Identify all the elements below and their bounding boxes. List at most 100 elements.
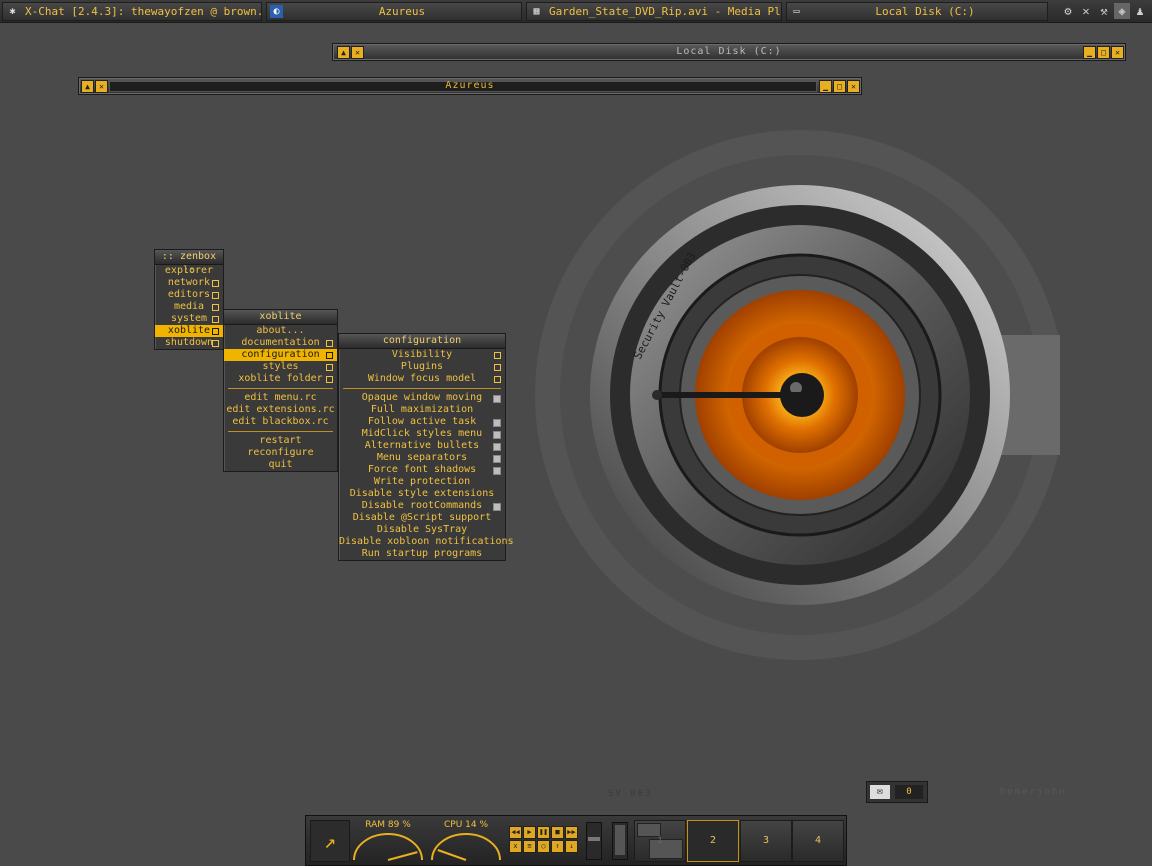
cpu-needle: [437, 849, 467, 861]
option-write-protection[interactable]: Write protection: [339, 476, 505, 488]
window-title: Azureus: [445, 80, 495, 91]
menu-item-visibility[interactable]: Visibility: [339, 349, 505, 361]
option-menu-separators[interactable]: Menu separators: [339, 452, 505, 464]
menu-item-network[interactable]: network: [155, 277, 223, 289]
tray-settings-icon[interactable]: ⚒: [1096, 3, 1112, 19]
menu-item-explorer[interactable]: explorer: [155, 265, 223, 277]
option-disable-rootcommands[interactable]: Disable rootCommands: [339, 500, 505, 512]
workspace-2[interactable]: 2: [687, 820, 739, 862]
close-button[interactable]: ✕: [1111, 46, 1124, 59]
tray-tool-icon[interactable]: ⚙: [1060, 3, 1076, 19]
checked-icon: [493, 431, 501, 439]
close-button[interactable]: ✕: [847, 80, 860, 93]
minimize-button[interactable]: ▁: [1083, 46, 1096, 59]
option-full-maximization[interactable]: Full maximization: [339, 404, 505, 416]
option-run-startup-programs[interactable]: Run startup programs: [339, 548, 505, 560]
pause-icon[interactable]: ❚❚: [537, 826, 550, 839]
option-midclick-styles-menu[interactable]: MidClick styles menu: [339, 428, 505, 440]
option-disable-style-extensions[interactable]: Disable style extensions: [339, 488, 505, 500]
volume-down-icon[interactable]: ↓: [565, 840, 578, 853]
checked-icon: [493, 443, 501, 451]
username-label: homerjohn: [1000, 787, 1067, 797]
workspace-label: 4: [814, 835, 822, 846]
tray-network-icon[interactable]: ◈: [1114, 3, 1130, 19]
stop-icon[interactable]: ■: [551, 826, 564, 839]
menu-item-plugins[interactable]: Plugins: [339, 361, 505, 373]
maximize-button[interactable]: □: [1097, 46, 1110, 59]
workspace-1[interactable]: 1: [634, 820, 686, 862]
media-player-icon: ▦: [533, 6, 540, 17]
menu-item-styles[interactable]: styles: [224, 361, 337, 373]
local-disk-titlebar[interactable]: ▲ ✕ Local Disk (C:) ▁ □ ✕: [332, 43, 1126, 61]
security-vault-dial: Security Vault-003: [535, 130, 1060, 660]
task-xchat[interactable]: ✱ X-Chat [2.4.3]: thewayofzen @ brown.fr…: [2, 2, 262, 21]
volume-slider[interactable]: [586, 822, 602, 860]
zenbox-menu: :: zenbox :: explorer network editors me…: [154, 249, 224, 350]
minimize-button[interactable]: ▁: [819, 80, 832, 93]
menu-item-editors[interactable]: editors: [155, 289, 223, 301]
fast-forward-icon[interactable]: ▶▶: [565, 826, 578, 839]
menu-item-documentation[interactable]: documentation: [224, 337, 337, 349]
menu-item-xoblite[interactable]: xoblite: [155, 325, 223, 337]
tray-close-icon[interactable]: ✕: [1078, 3, 1094, 19]
option-alternative-bullets[interactable]: Alternative bullets: [339, 440, 505, 452]
workspace-label: 1: [657, 836, 663, 846]
menu-title: configuration: [339, 334, 505, 349]
option-force-font-shadows[interactable]: Force font shadows: [339, 464, 505, 476]
checked-icon: [493, 467, 501, 475]
menu-item-xoblite-folder[interactable]: xoblite folder: [224, 373, 337, 385]
shuffle-icon[interactable]: x: [509, 840, 522, 853]
menu-item-reconfigure[interactable]: reconfigure: [224, 447, 337, 459]
option-disable-systray[interactable]: Disable SysTray: [339, 524, 505, 536]
balance-slider[interactable]: [612, 822, 628, 860]
playlist-icon[interactable]: ≡: [523, 840, 536, 853]
volume-up-icon[interactable]: ↑: [551, 840, 564, 853]
clock-icon[interactable]: ↗: [310, 820, 350, 862]
option-opaque-window-moving[interactable]: Opaque window moving: [339, 392, 505, 404]
tray-user-icon[interactable]: ♟: [1132, 3, 1148, 19]
task-azureus[interactable]: ◐ Azureus: [266, 2, 522, 21]
repeat-icon[interactable]: ○: [537, 840, 550, 853]
mail-widget[interactable]: ✉ 0: [866, 781, 928, 803]
menu-item-restart[interactable]: restart: [224, 435, 337, 447]
rewind-icon[interactable]: ◀◀: [509, 826, 522, 839]
option-disable-xobloon-notifications[interactable]: Disable xobloon notifications: [339, 536, 514, 548]
maximize-button[interactable]: □: [833, 80, 846, 93]
menu-title: :: zenbox ::: [155, 250, 223, 276]
xchat-icon: ✱: [9, 6, 16, 17]
menu-separator: [228, 388, 333, 389]
task-local-disk[interactable]: ▭ Local Disk (C:): [786, 2, 1048, 21]
menu-item-system[interactable]: system: [155, 313, 223, 325]
menu-separator: [228, 431, 333, 432]
menu-item-edit-extensions-rc[interactable]: edit extensions.rc: [224, 404, 337, 416]
checked-icon: [493, 395, 501, 403]
workspace-4[interactable]: 4: [792, 820, 844, 862]
menu-item-media[interactable]: media: [155, 301, 223, 313]
slider-thumb: [615, 825, 625, 855]
menu-item-quit[interactable]: quit: [224, 459, 337, 471]
task-media-player[interactable]: ▦ Garden_State_DVD_Rip.avi - Media Playe…: [526, 2, 782, 21]
azureus-titlebar[interactable]: ▲ ✕ Azureus ▁ □ ✕: [78, 77, 862, 95]
dock: ↗ RAM 89 % CPU 14 % ◀◀ ▶ ❚❚ ■ ▶▶ x ≡ ○ ↑…: [305, 815, 847, 866]
mail-count: 0: [895, 785, 923, 799]
ram-meter: [353, 833, 423, 861]
workspace-3[interactable]: 3: [740, 820, 792, 862]
menu-item-edit-menu-rc[interactable]: edit menu.rc: [224, 392, 337, 404]
task-label: Garden_State_DVD_Rip.avi - Media Player …: [549, 5, 781, 18]
menu-item-window-focus-model[interactable]: Window focus model: [339, 373, 505, 385]
menu-item-shutdown[interactable]: shutdown: [155, 337, 223, 349]
menu-item-edit-blackbox-rc[interactable]: edit blackbox.rc: [224, 416, 337, 428]
sv-label: SV-003: [608, 789, 653, 799]
play-icon[interactable]: ▶: [523, 826, 536, 839]
menu-item-configuration[interactable]: configuration: [224, 349, 337, 361]
ram-label: RAM 89 %: [365, 820, 411, 830]
taskbar: ✱ X-Chat [2.4.3]: thewayofzen @ brown.fr…: [0, 0, 1152, 23]
checked-icon: [493, 503, 501, 511]
task-label: X-Chat [2.4.3]: thewayofzen @ brown.free…: [25, 5, 261, 18]
cpu-label: CPU 14 %: [443, 820, 489, 830]
option-disable-script-support[interactable]: Disable @Script support: [339, 512, 505, 524]
cpu-meter: [431, 833, 501, 861]
menu-item-about[interactable]: about...: [224, 325, 337, 337]
option-follow-active-task[interactable]: Follow active task: [339, 416, 505, 428]
cpu-gauge: CPU 14 %: [428, 818, 504, 862]
